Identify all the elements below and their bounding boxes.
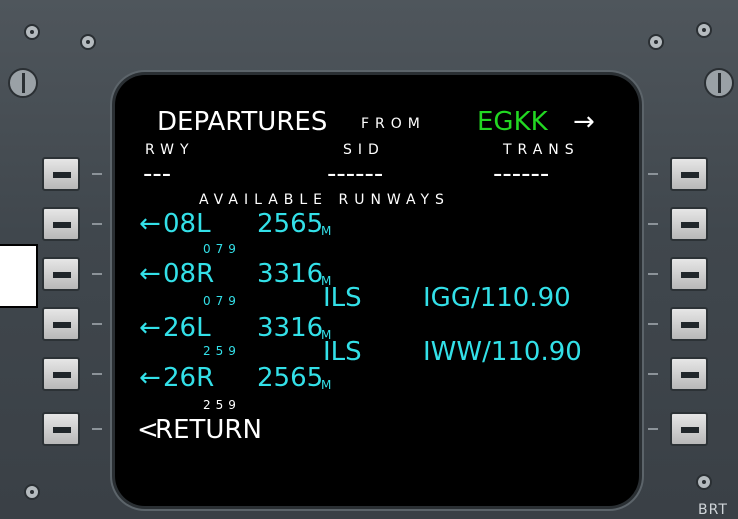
trans-dashes[interactable]: ------ [493,161,549,187]
runway-length: 2565 [257,209,324,239]
runway-heading: 259 [203,398,241,412]
dimmer-knob-icon[interactable] [704,68,734,98]
airport-code: EGKK [477,107,548,137]
runway-arrow[interactable]: ← [139,315,161,341]
lsk-6l[interactable] [42,412,80,446]
lsk-4l[interactable] [42,307,80,341]
trans-column-label: TRANS [503,142,580,158]
lsk-4r[interactable] [670,307,708,341]
bolt-icon [24,484,40,500]
ils-label: ILS [323,337,362,367]
runway-id[interactable]: 08R [163,261,214,287]
lsk-1r[interactable] [670,157,708,191]
lsk-1l[interactable] [42,157,80,191]
lsk-tick [648,373,658,375]
ils-frequency: IGG/110.90 [423,283,571,313]
lsk-6r[interactable] [670,412,708,446]
runway-heading: 079 [203,242,241,256]
lsk-tick [92,373,102,375]
lsk-2l[interactable] [42,207,80,241]
runway-arrow[interactable]: ← [139,261,161,287]
runway-length: 3316 [257,259,324,289]
lsk-tick [92,323,102,325]
bolt-icon [80,34,96,50]
runway-length-unit: M [321,378,337,392]
runway-id[interactable]: 26R [163,365,214,391]
bolt-icon [696,474,712,490]
lsk-tick [648,273,658,275]
rwy-column-label: RWY [145,142,195,158]
bolt-icon [696,22,712,38]
runway-heading: 079 [203,294,241,308]
lsk-tick [648,173,658,175]
cdu-screen: DEPARTURES FROM EGKK → RWY SID TRANS ---… [115,75,639,506]
dimmer-knob-icon[interactable] [8,68,38,98]
lsk-tick [92,273,102,275]
return-button[interactable]: RETURN [155,417,262,443]
lsk-tick [648,323,658,325]
lsk-3l[interactable] [42,257,80,291]
lsk-tick [92,428,102,430]
lsk-tick [648,223,658,225]
callout-box [0,244,38,308]
bolt-icon [24,24,40,40]
bolt-icon [648,34,664,50]
lsk-tick [92,223,102,225]
available-runways-label: AVAILABLE RUNWAYS [199,192,450,208]
sid-dashes[interactable]: ------ [327,161,383,187]
lsk-tick [648,428,658,430]
runway-heading: 259 [203,344,241,358]
next-page-arrow[interactable]: → [573,109,595,135]
runway-arrow[interactable]: ← [139,211,161,237]
from-label: FROM [361,116,426,132]
runway-id[interactable]: 08L [163,211,211,237]
brt-label: BRT [698,502,728,518]
runway-length: 2565 [257,363,324,393]
runway-arrow[interactable]: ← [139,365,161,391]
rwy-dashes[interactable]: --- [143,161,171,187]
lsk-2r[interactable] [670,207,708,241]
lsk-3r[interactable] [670,257,708,291]
runway-length-unit: M [321,224,337,238]
lsk-5r[interactable] [670,357,708,391]
page-title: DEPARTURES [157,107,328,137]
lsk-tick [92,173,102,175]
sid-column-label: SID [343,142,385,158]
runway-id[interactable]: 26L [163,315,211,341]
ils-frequency: IWW/110.90 [423,337,582,367]
ils-label: ILS [323,283,362,313]
runway-length: 3316 [257,313,324,343]
lsk-5l[interactable] [42,357,80,391]
